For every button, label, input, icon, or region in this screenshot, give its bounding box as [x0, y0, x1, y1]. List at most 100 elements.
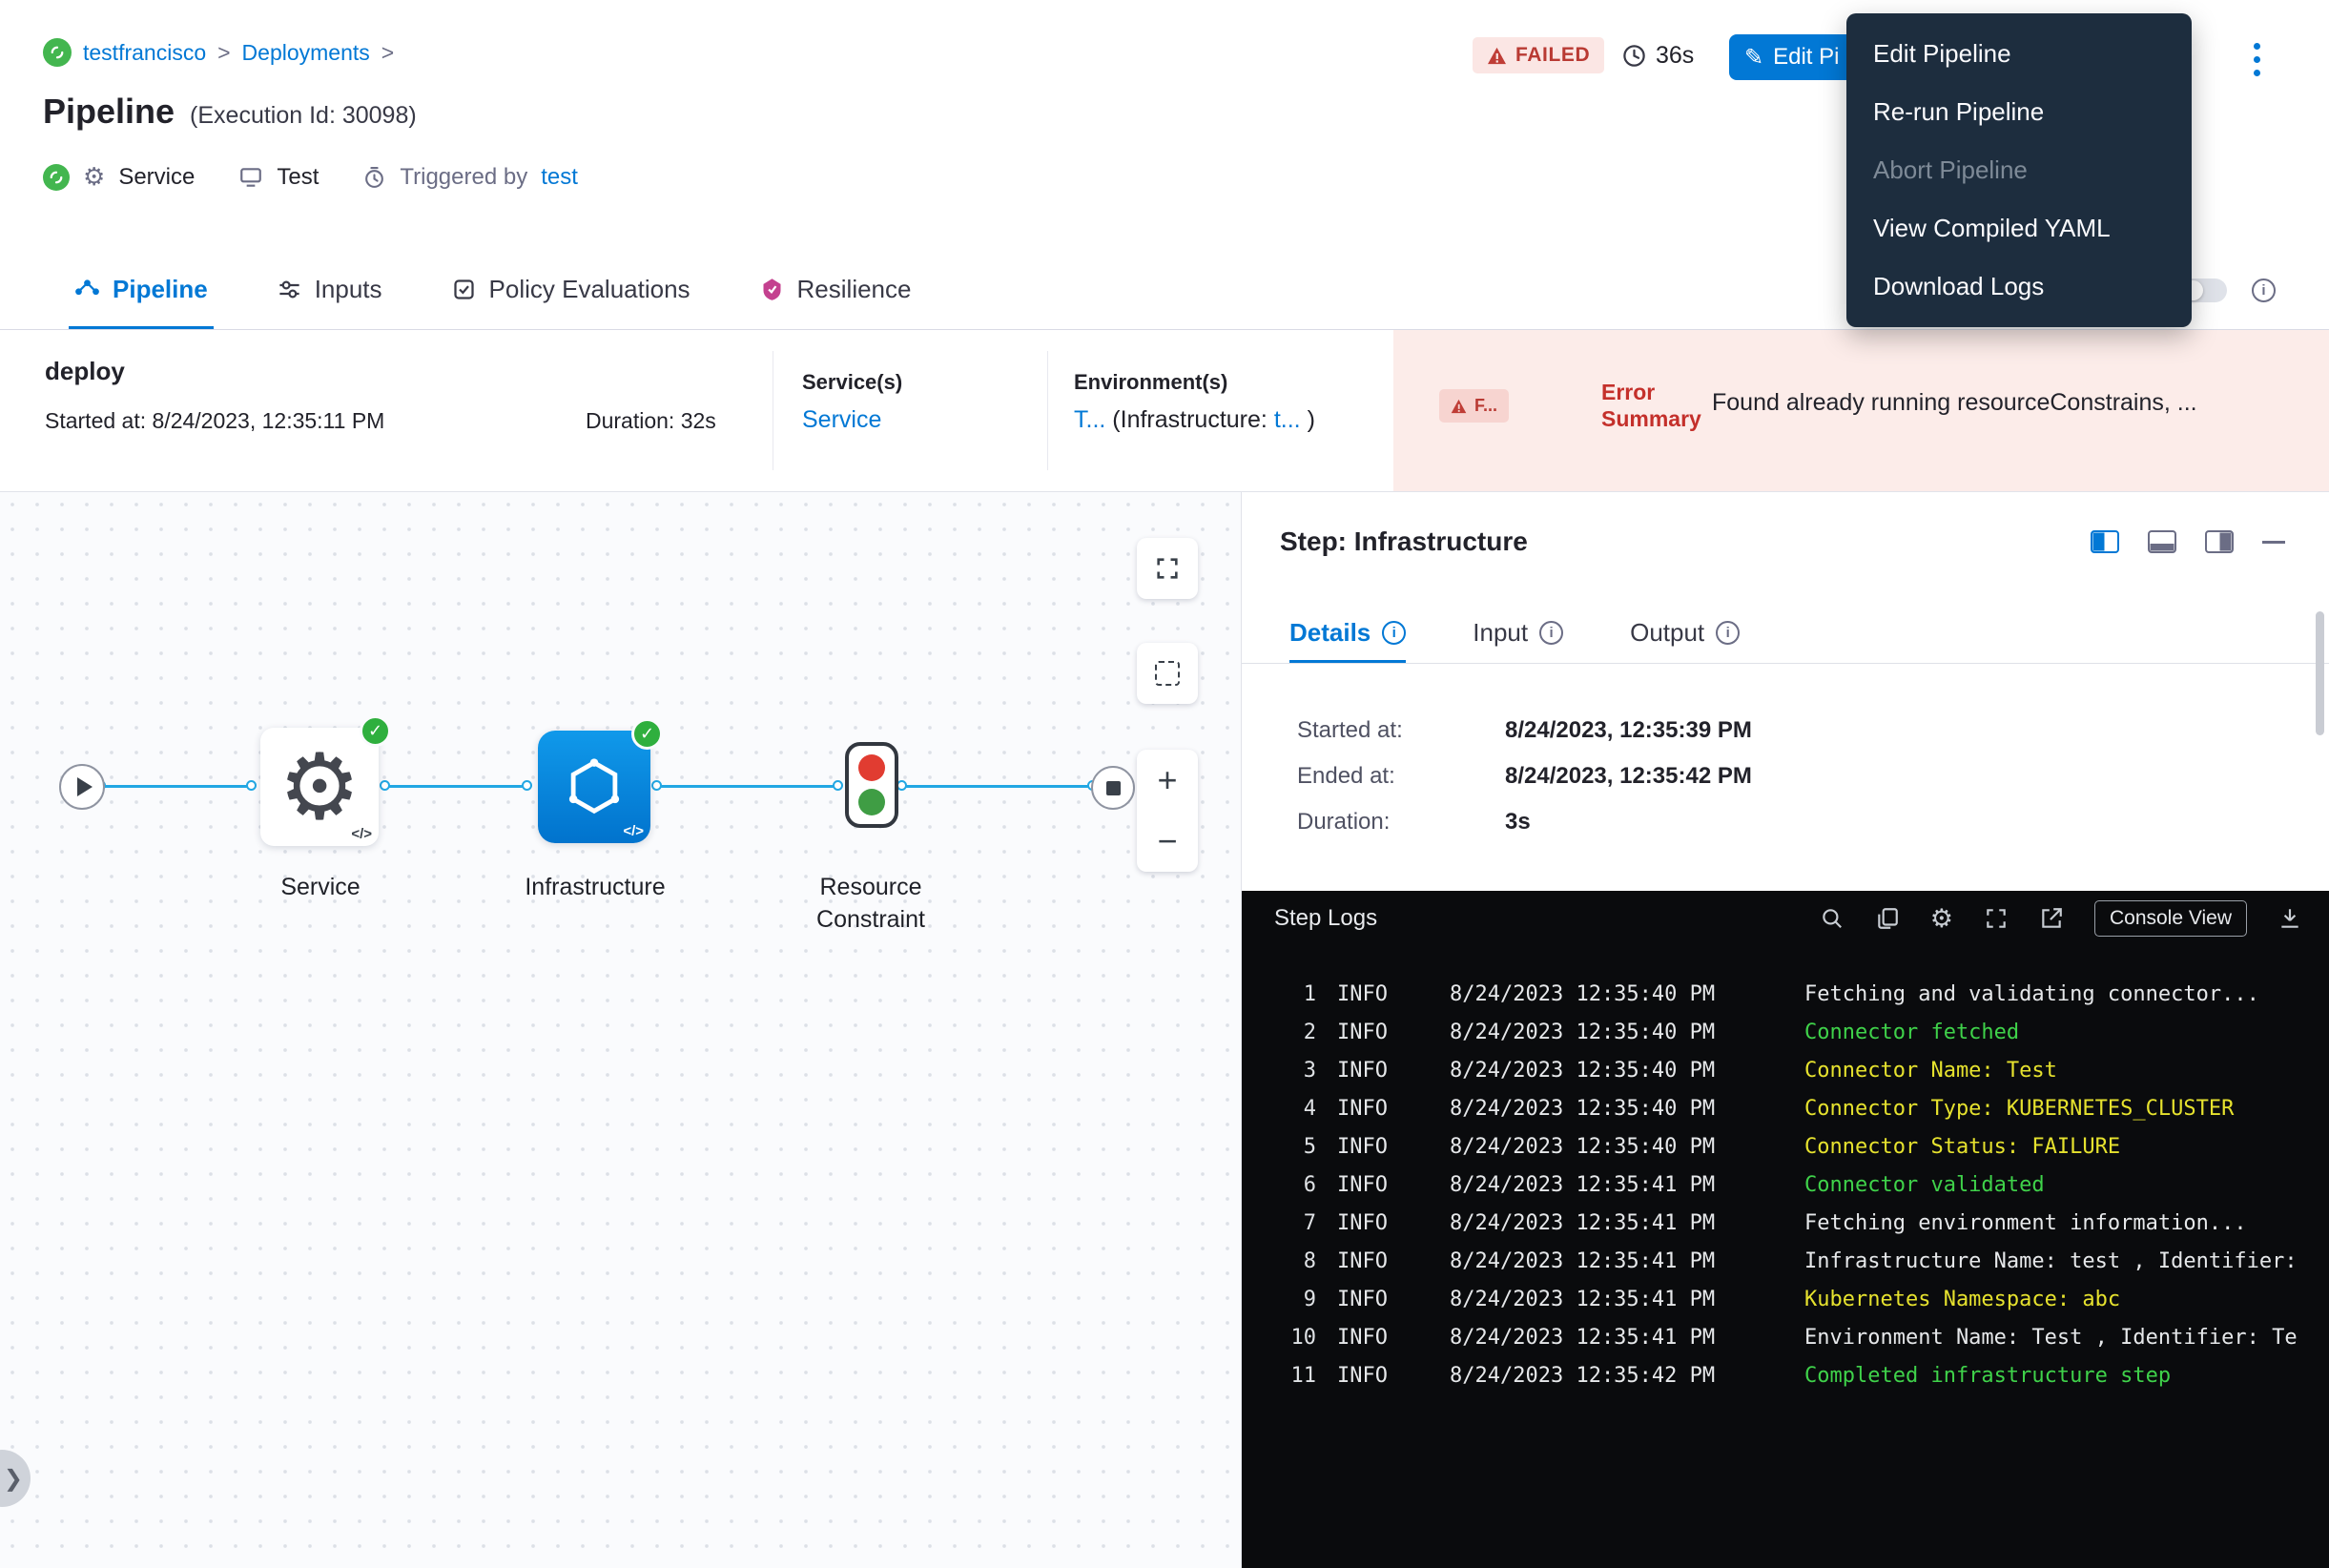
triggered-by-user-link[interactable]: test — [541, 164, 578, 191]
log-line: 9INFO8/24/2023 12:35:41 PMKubernetes Nam… — [1274, 1280, 2319, 1318]
warning-triangle-icon — [1451, 399, 1467, 414]
tab-input[interactable]: Input i — [1473, 603, 1563, 663]
log-settings-gear-icon[interactable]: ⚙ — [1930, 906, 1953, 932]
tab-pipeline[interactable]: Pipeline — [69, 250, 214, 329]
canvas-controls: + − — [1137, 538, 1198, 872]
marquee-select-button[interactable] — [1137, 643, 1198, 704]
tab-inputs[interactable]: Inputs — [271, 250, 388, 329]
marquee-icon — [1155, 661, 1180, 686]
stop-icon — [1106, 781, 1121, 795]
info-icon[interactable]: i — [1716, 621, 1740, 645]
info-icon[interactable]: i — [1539, 621, 1563, 645]
pipeline-execution-page: testfrancisco > Deployments > Pipeline (… — [0, 0, 2329, 1568]
resource-constraint-node[interactable] — [845, 742, 898, 828]
tab-output[interactable]: Output i — [1630, 603, 1740, 663]
service-name[interactable]: Service — [118, 164, 195, 191]
pipeline-tab-icon — [74, 277, 100, 302]
log-line: 4INFO8/24/2023 12:35:40 PMConnector Type… — [1274, 1089, 2319, 1127]
layout-split-right-icon[interactable] — [2205, 530, 2234, 553]
tab-output-label: Output — [1630, 618, 1704, 648]
zoom-pill: + − — [1137, 750, 1198, 872]
step-logs-title: Step Logs — [1274, 905, 1377, 932]
pipeline-start-node[interactable] — [59, 764, 105, 810]
tab-resilience[interactable]: Resilience — [753, 250, 917, 329]
status-text: FAILED — [1515, 44, 1590, 67]
step-logs-panel: Step Logs ⚙ Console View 1INFO8/24/2023 … — [1242, 891, 2329, 1568]
log-line: 6INFO8/24/2023 12:35:41 PMConnector vali… — [1274, 1166, 2319, 1204]
layout-bottom-icon[interactable] — [2148, 530, 2176, 553]
tab-details[interactable]: Details i — [1289, 603, 1406, 663]
log-line: 5INFO8/24/2023 12:35:40 PMConnector Stat… — [1274, 1127, 2319, 1166]
node-label-infrastructure: Infrastructure — [508, 872, 682, 904]
service-step-node[interactable]: ⚙ ✓ </> — [260, 728, 379, 846]
detail-value: 3s — [1505, 809, 1531, 836]
collapse-panel-handle[interactable]: ❯ — [0, 1450, 31, 1507]
divider — [1047, 351, 1048, 470]
log-line: 3INFO8/24/2023 12:35:40 PMConnector Name… — [1274, 1051, 2319, 1089]
environments-label: Environment(s) — [1074, 370, 1315, 395]
console-view-button[interactable]: Console View — [2094, 900, 2247, 937]
search-icon[interactable] — [1820, 906, 1845, 931]
menu-item-edit-pipeline[interactable]: Edit Pipeline — [1846, 25, 2192, 83]
infrastructure-step-node[interactable]: ✓ </> — [538, 731, 650, 843]
pencil-icon: ✎ — [1744, 44, 1763, 72]
pipeline-meta-row: ⚙ Service Test Triggered by test — [43, 164, 578, 191]
breadcrumb-deployments-link[interactable]: Deployments — [242, 40, 370, 66]
pipeline-graph-canvas[interactable]: ⚙ ✓ </> ✓ </> Service Infrastructure Res… — [0, 492, 1242, 1568]
infrastructure-hexagon-icon — [564, 756, 625, 817]
breadcrumb-separator: > — [217, 40, 230, 66]
title-row: Pipeline (Execution Id: 30098) — [43, 92, 417, 132]
menu-item-download-logs[interactable]: Download Logs — [1846, 258, 2192, 316]
tab-policy-evaluations[interactable]: Policy Evaluations — [445, 250, 696, 329]
menu-item-view-compiled-yaml[interactable]: View Compiled YAML — [1846, 199, 2192, 258]
edge-dot — [833, 780, 843, 791]
breadcrumb: testfrancisco > Deployments > — [43, 38, 394, 67]
status-badge: FAILED — [1473, 37, 1604, 73]
environment-name[interactable]: Test — [277, 164, 319, 191]
minimize-panel-icon[interactable] — [2262, 541, 2285, 544]
log-line: 10INFO8/24/2023 12:35:41 PMEnvironment N… — [1274, 1318, 2319, 1356]
download-icon[interactable] — [2277, 906, 2302, 931]
info-icon[interactable]: i — [2252, 279, 2276, 302]
fullscreen-button[interactable] — [1137, 538, 1198, 599]
service-link[interactable]: Service — [802, 406, 902, 434]
execution-id: (Execution Id: 30098) — [190, 102, 417, 130]
detail-row-duration: Duration: 3s — [1297, 809, 1531, 836]
tab-policy-evaluations-label: Policy Evaluations — [489, 275, 690, 304]
detail-value: 8/24/2023, 12:35:39 PM — [1505, 717, 1752, 744]
zoom-in-button[interactable]: + — [1137, 750, 1198, 811]
resilience-tab-icon — [759, 277, 785, 302]
stage-started-at: Started at: 8/24/2023, 12:35:11 PM — [45, 408, 384, 434]
panel-layout-controls — [2091, 530, 2285, 553]
success-check-icon: ✓ — [360, 715, 391, 747]
log-line: 8INFO8/24/2023 12:35:41 PMInfrastructure… — [1274, 1242, 2319, 1280]
expand-logs-icon[interactable] — [1984, 906, 2009, 931]
services-label: Service(s) — [802, 370, 902, 395]
copy-icon[interactable] — [1875, 906, 1900, 931]
error-summary-message: Found already running resourceConstrains… — [1712, 389, 2318, 417]
log-line: 7INFO8/24/2023 12:35:41 PMFetching envir… — [1274, 1204, 2319, 1242]
open-external-icon[interactable] — [2039, 906, 2064, 931]
code-icon: </> — [351, 826, 372, 842]
pipeline-options-menu: Edit Pipeline Re-run Pipeline Abort Pipe… — [1846, 13, 2192, 327]
environment-link[interactable]: T... — [1074, 406, 1105, 433]
tab-resilience-label: Resilience — [797, 275, 912, 304]
log-line: 11INFO8/24/2023 12:35:42 PMCompleted inf… — [1274, 1356, 2319, 1394]
stage-name[interactable]: deploy — [45, 357, 125, 386]
success-check-icon: ✓ — [631, 718, 663, 750]
menu-item-rerun-pipeline[interactable]: Re-run Pipeline — [1846, 83, 2192, 141]
infrastructure-link[interactable]: t... — [1274, 406, 1301, 433]
log-line: 2INFO8/24/2023 12:35:40 PMConnector fetc… — [1274, 1013, 2319, 1051]
pipeline-end-node[interactable] — [1091, 766, 1135, 810]
layout-split-left-icon[interactable] — [2091, 530, 2119, 553]
error-summary-strip: F... Error Summary Found already running… — [1393, 330, 2329, 491]
menu-item-abort-pipeline: Abort Pipeline — [1846, 141, 2192, 199]
error-summary-label: Error Summary — [1601, 380, 1706, 432]
graph-edge — [900, 785, 1091, 788]
more-options-kebab-icon[interactable] — [2243, 36, 2270, 82]
breadcrumb-project-link[interactable]: testfrancisco — [83, 40, 206, 66]
info-icon[interactable]: i — [1382, 621, 1406, 645]
zoom-out-button[interactable]: − — [1137, 811, 1198, 872]
scrollbar-thumb[interactable] — [2316, 611, 2324, 735]
node-label-service: Service — [244, 872, 397, 904]
